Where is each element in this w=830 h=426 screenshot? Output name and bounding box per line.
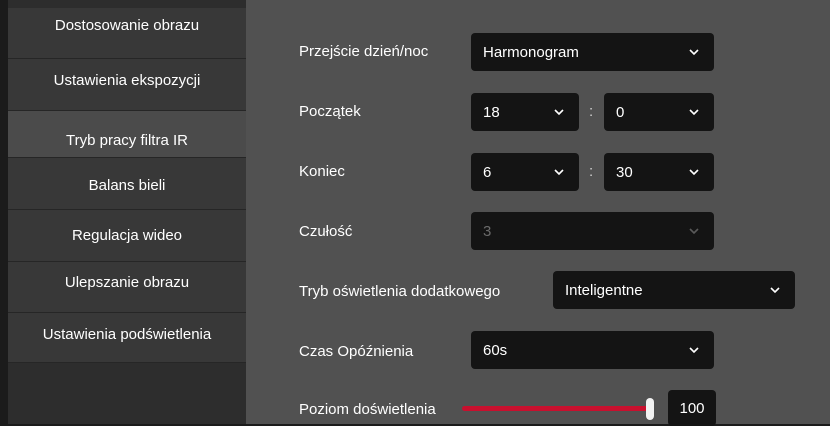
sidebar-item-white-balance[interactable]: Balans bieli	[8, 158, 246, 210]
sidebar-item-exposure[interactable]: Ustawienia ekspozycji	[8, 59, 246, 111]
chevron-down-icon	[688, 227, 700, 235]
start-hour-value: 18	[483, 103, 500, 121]
sidebar-item-ir-filter[interactable]: Tryb pracy filtra IR	[8, 111, 246, 158]
sidebar-item-label: Regulacja wideo	[71, 227, 183, 244]
sidebar: Dostosowanie obrazu Ustawienia ekspozycj…	[8, 0, 246, 424]
sensitivity-select: 3	[471, 212, 714, 250]
start-label: Początek	[299, 103, 361, 120]
level-slider-track[interactable]	[462, 406, 650, 411]
supplement-mode-select[interactable]: Inteligentne	[553, 271, 795, 309]
end-minute-value: 30	[616, 163, 633, 181]
sidebar-item-label: Ulepszanie obrazu	[64, 273, 190, 291]
delay-label: Czas Opóźnienia	[299, 343, 414, 360]
start-minute-select[interactable]: 0	[604, 93, 714, 131]
time-separator: :	[589, 103, 594, 120]
left-edge	[0, 0, 8, 424]
end-label: Koniec	[299, 163, 345, 180]
day-night-select[interactable]: Harmonogram	[471, 33, 714, 71]
sidebar-item-label: Ustawienia podświetlenia	[42, 326, 212, 343]
chevron-down-icon	[553, 108, 565, 116]
end-hour-select[interactable]: 6	[471, 153, 579, 191]
chevron-down-icon	[769, 286, 781, 294]
sidebar-item-label: Tryb pracy filtra IR	[66, 131, 188, 149]
level-value-field[interactable]: 100	[668, 390, 716, 426]
settings-panel: Przejście dzień/noc Harmonogram Początek…	[246, 0, 830, 426]
start-hour-select[interactable]: 18	[471, 93, 579, 131]
level-label: Poziom doświetlenia	[299, 401, 436, 418]
sidebar-item-label: Dostosowanie obrazu	[54, 16, 200, 34]
delay-select[interactable]: 60s	[471, 331, 714, 369]
day-night-label: Przejście dzień/noc	[299, 43, 429, 60]
chevron-down-icon	[688, 48, 700, 56]
sidebar-item-video-adjustment[interactable]: Regulacja wideo	[8, 210, 246, 262]
day-night-value: Harmonogram	[483, 43, 579, 61]
level-slider-thumb[interactable]	[646, 398, 654, 420]
sensitivity-value: 3	[483, 222, 492, 240]
level-value: 100	[679, 399, 705, 417]
chevron-down-icon	[688, 168, 700, 176]
start-minute-value: 0	[616, 103, 625, 121]
delay-value: 60s	[483, 341, 508, 359]
end-minute-select[interactable]: 30	[604, 153, 714, 191]
chevron-down-icon	[553, 168, 565, 176]
sidebar-item-label: Balans bieli	[88, 177, 166, 194]
supplement-mode-label: Tryb oświetlenia dodatkowego	[299, 283, 501, 300]
end-hour-value: 6	[483, 163, 492, 181]
sidebar-item-label: Ustawienia ekspozycji	[53, 72, 201, 89]
time-separator: :	[589, 163, 594, 180]
sensitivity-label: Czułość	[299, 223, 353, 240]
sidebar-item-image-adjustment[interactable]: Dostosowanie obrazu	[8, 8, 246, 59]
chevron-down-icon	[688, 346, 700, 354]
chevron-down-icon	[688, 108, 700, 116]
sidebar-item-backlight[interactable]: Ustawienia podświetlenia	[8, 313, 246, 363]
sidebar-item-image-enhancement[interactable]: Ulepszanie obrazu	[8, 262, 246, 313]
supplement-mode-value: Inteligentne	[565, 281, 643, 299]
